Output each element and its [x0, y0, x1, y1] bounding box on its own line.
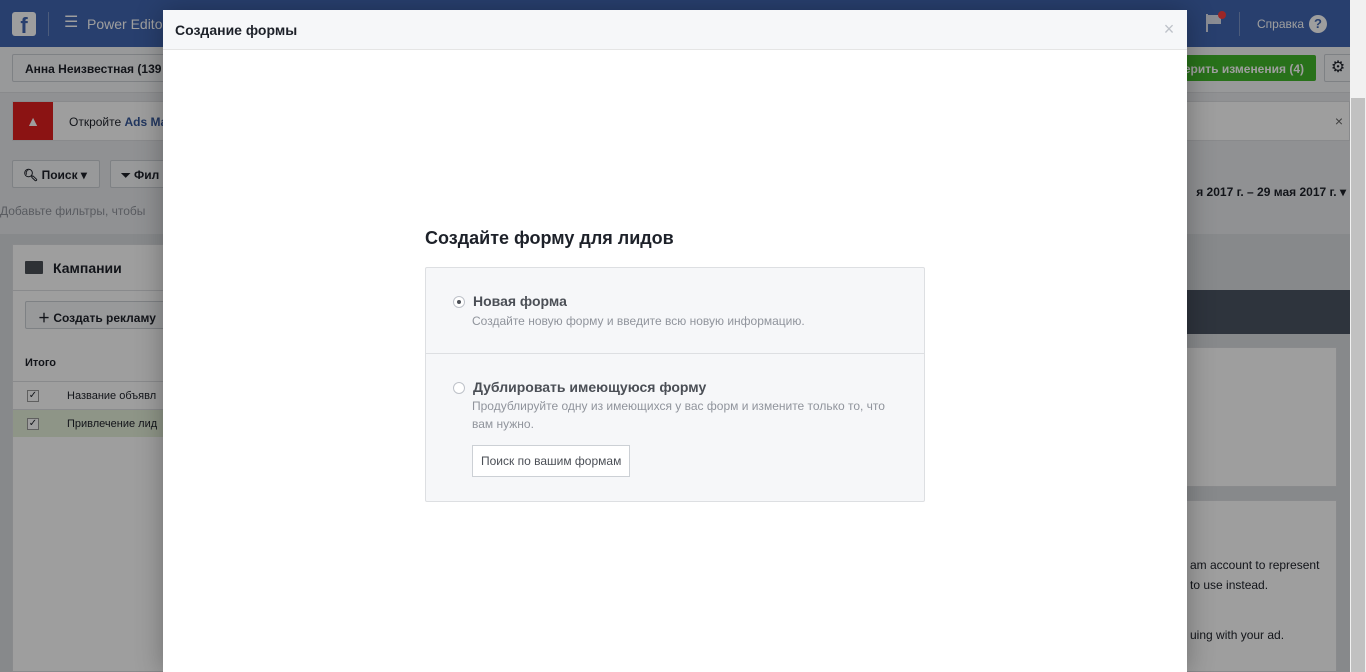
create-form-dialog: Создание формы × Создайте форму для лидо… — [163, 10, 1187, 672]
option-new-form[interactable]: Новая форма Создайте новую форму и введи… — [426, 268, 924, 354]
radio-duplicate-form[interactable] — [453, 382, 465, 394]
option-label[interactable]: Новая форма — [473, 293, 567, 309]
option-duplicate-form[interactable]: Дублировать имеющуюся форму Продублируйт… — [426, 354, 924, 501]
search-forms-input[interactable] — [472, 445, 630, 477]
option-description: Создайте новую форму и введите всю новую… — [472, 314, 805, 328]
form-options: Новая форма Создайте новую форму и введи… — [425, 267, 925, 502]
option-label[interactable]: Дублировать имеющуюся форму — [473, 379, 706, 395]
dialog-title: Создание формы — [175, 22, 298, 38]
close-icon[interactable]: × — [1159, 19, 1179, 39]
radio-new-form[interactable] — [453, 296, 465, 308]
lead-form-heading: Создайте форму для лидов — [425, 228, 674, 248]
option-description: Продублируйте одну из имеющихся у вас фо… — [472, 399, 885, 431]
scrollbar-thumb[interactable] — [1351, 98, 1365, 672]
dialog-header: Создание формы — [163, 10, 1187, 50]
